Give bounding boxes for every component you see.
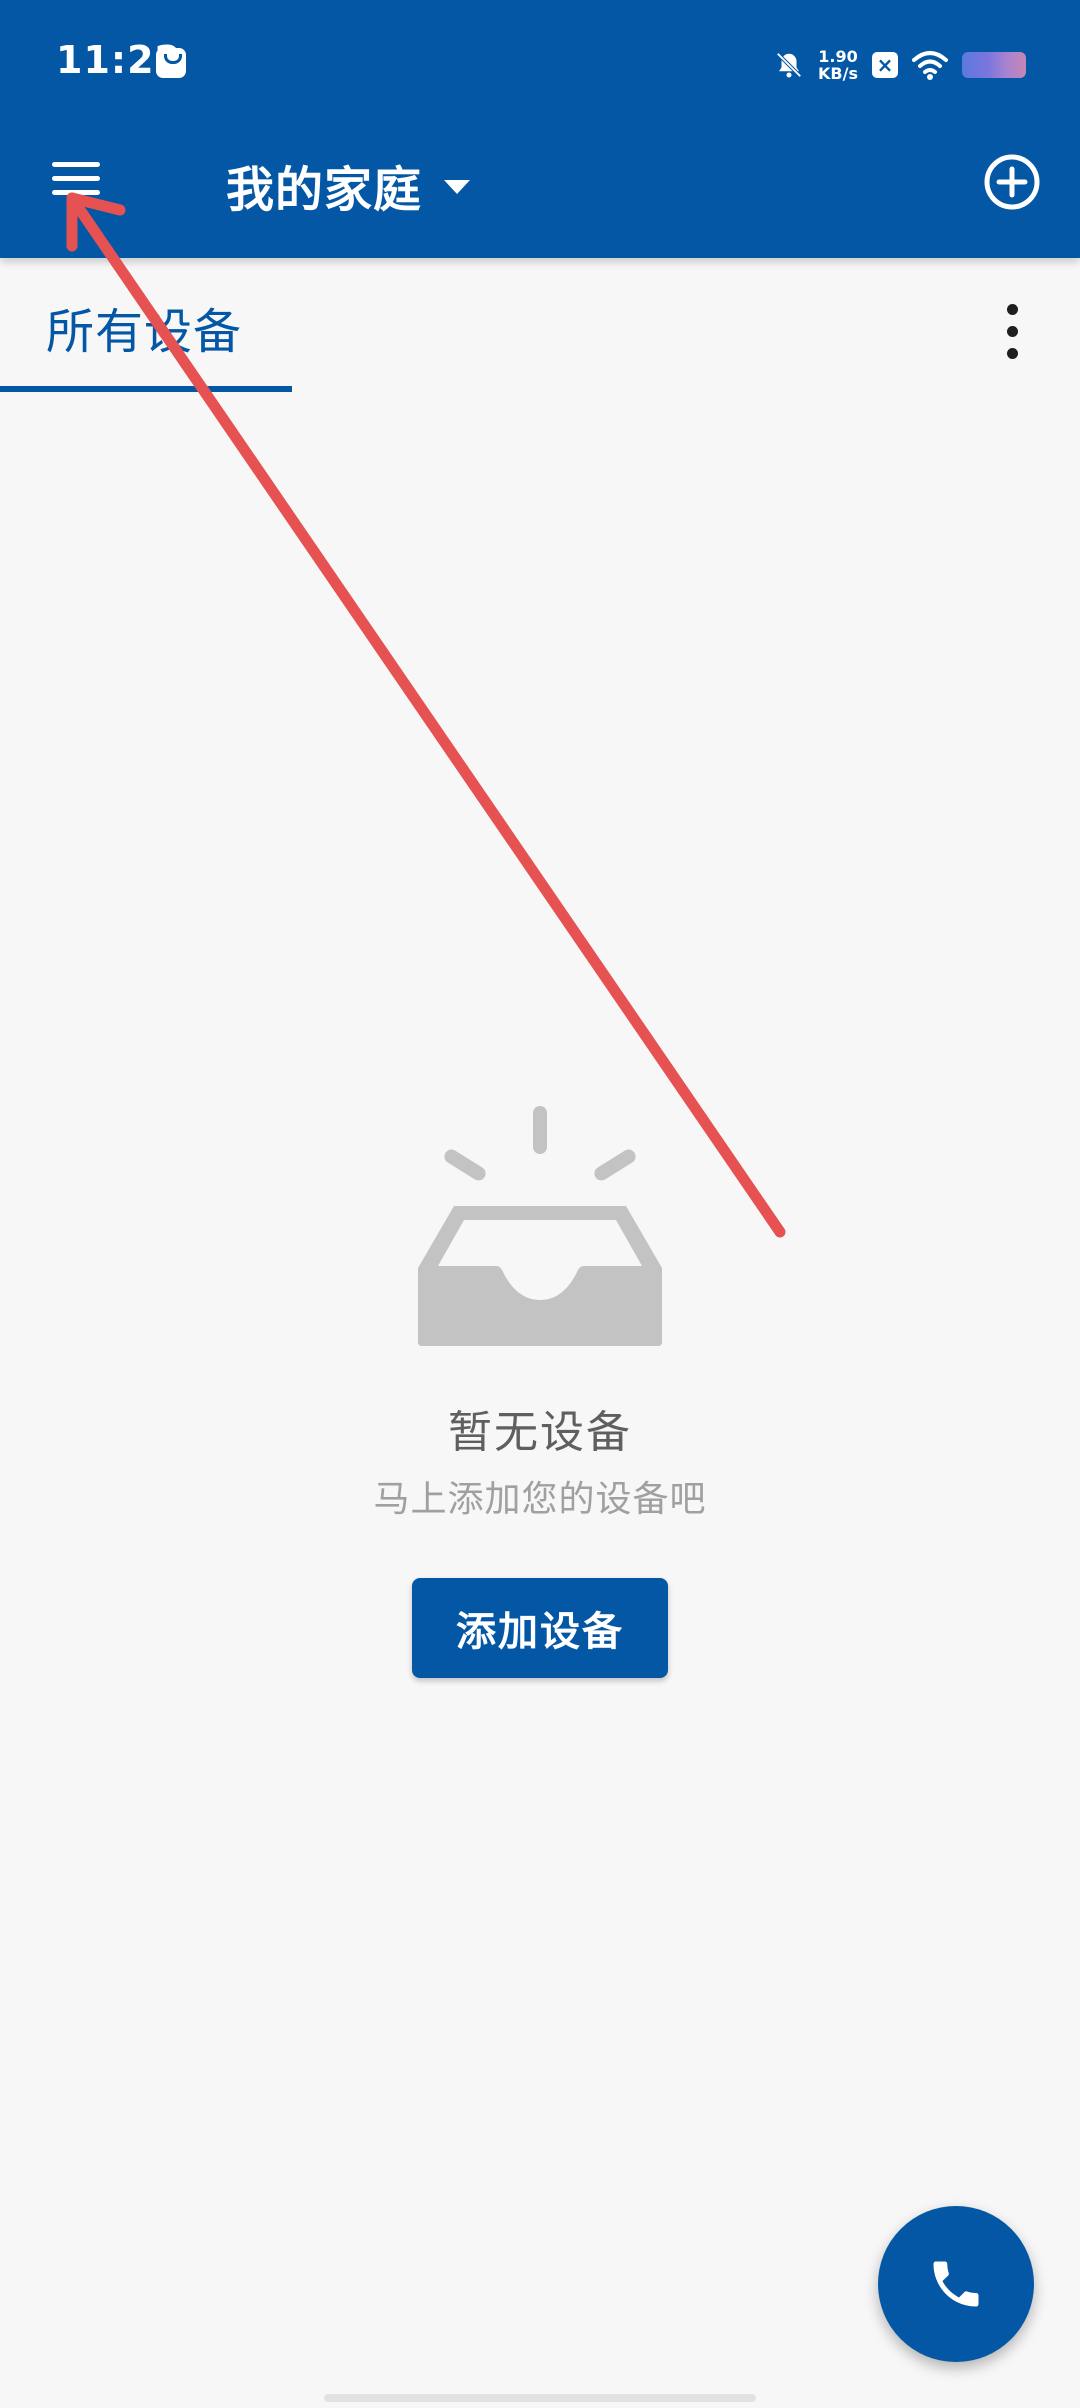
network-speed-value: 1.90 xyxy=(818,47,858,66)
gesture-bar xyxy=(324,2394,756,2402)
network-speed-unit: KB/s xyxy=(818,64,858,83)
bell-muted-icon xyxy=(776,52,802,78)
app-notification-icon xyxy=(156,48,186,78)
status-icons: 1.90 KB/s × xyxy=(774,40,1026,90)
top-app-bar: 11:22 1.90 KB/s × 我的家庭 xyxy=(0,0,1080,258)
wifi-icon xyxy=(912,51,948,80)
tab-all-devices[interactable]: 所有设备 xyxy=(0,258,292,394)
tab-label: 所有设备 xyxy=(46,304,243,360)
empty-state-title: 暂无设备 xyxy=(448,1407,632,1458)
home-title: 我的家庭 xyxy=(226,162,423,218)
add-device-button[interactable]: 添加设备 xyxy=(412,1578,668,1678)
menu-button[interactable] xyxy=(46,154,110,204)
close-box-icon: × xyxy=(872,52,898,78)
more-vert-icon[interactable] xyxy=(992,300,1032,364)
network-speed: 1.90 KB/s xyxy=(818,48,858,82)
menu-icon xyxy=(52,162,100,167)
device-tabs: 所有设备 xyxy=(0,258,1080,394)
battery-icon xyxy=(962,52,1026,78)
tab-indicator xyxy=(0,386,292,392)
empty-state-subtitle: 马上添加您的设备吧 xyxy=(373,1479,707,1520)
chevron-down-icon xyxy=(444,180,471,194)
add-circle-icon[interactable] xyxy=(982,152,1042,212)
call-fab-button[interactable] xyxy=(878,2206,1034,2362)
empty-inbox-icon xyxy=(418,1106,662,1346)
phone-icon xyxy=(933,2261,979,2307)
home-selector[interactable]: 我的家庭 xyxy=(226,150,471,220)
